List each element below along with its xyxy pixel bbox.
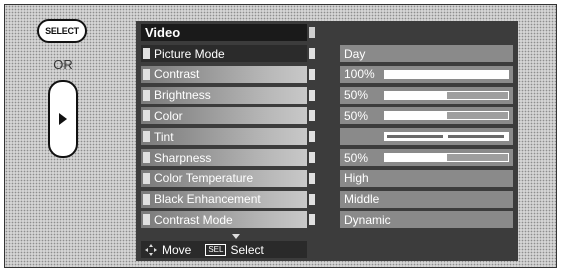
menu-item-value-text: 50% (344, 108, 369, 123)
menu-footer: Move SEL Select (141, 241, 307, 258)
menu-item-label: Contrast Mode (141, 211, 315, 229)
menu-item-value-text: 50% (344, 150, 369, 165)
menu-item-value-text: Dynamic (344, 212, 391, 227)
select-label: Select (230, 242, 264, 257)
menu-item[interactable]: Sharpness 50% (141, 149, 513, 166)
menu-item[interactable]: Contrast Mode Dynamic (141, 211, 513, 229)
level-bar-fill (385, 70, 508, 78)
menu-item-value[interactable]: 50% (340, 149, 513, 166)
menu-item-value-text: Middle (344, 192, 380, 207)
menu-item-label: Color Temperature (141, 169, 315, 187)
menu-item[interactable]: Picture Mode Day (141, 45, 513, 62)
menu-item-label: Black Enhancement (141, 190, 315, 208)
select-button-label: SELECT (45, 26, 79, 36)
menu-item-value-text: Day (344, 46, 366, 61)
menu-item-label: Color (141, 107, 315, 125)
menu-item-label: Picture Mode (141, 45, 315, 62)
arrow-cross-icon (145, 243, 157, 256)
right-button[interactable] (48, 80, 78, 158)
tint-bar-right-segment (448, 135, 504, 139)
menu-title-text: Video (145, 25, 181, 40)
menu-item-value[interactable]: Middle (340, 190, 513, 208)
level-bar[interactable] (384, 153, 509, 162)
tint-bar-left-segment (387, 135, 443, 139)
move-label: Move (162, 242, 192, 257)
menu-item-value-text: 50% (344, 88, 369, 103)
menu-item-label: Sharpness (141, 149, 315, 166)
triangle-down-icon (232, 234, 240, 239)
menu-item-value[interactable]: 100% (340, 65, 513, 83)
menu-item-value-text: High (344, 171, 369, 186)
menu-item[interactable]: Color 50% (141, 107, 513, 125)
level-bar[interactable] (384, 90, 509, 100)
tint-bar[interactable] (384, 132, 509, 142)
menu-item[interactable]: Color Temperature High (141, 169, 513, 187)
level-bar-fill (385, 154, 447, 161)
level-bar[interactable] (384, 111, 509, 121)
menu-item-label: Brightness (141, 86, 315, 104)
menu-item-value[interactable] (340, 128, 513, 146)
level-bar-fill (385, 112, 447, 120)
play-right-icon (59, 113, 67, 125)
menu-item-label: Contrast (141, 65, 315, 83)
menu-item-value[interactable]: Dynamic (340, 211, 513, 229)
or-label: OR (53, 57, 73, 72)
menu-item[interactable]: Tint (141, 128, 513, 146)
menu-item[interactable]: Contrast 100% (141, 65, 513, 83)
select-button[interactable]: SELECT (37, 19, 87, 43)
menu-item-value[interactable]: 50% (340, 107, 513, 125)
menu-item-value[interactable]: 50% (340, 86, 513, 104)
video-menu-panel: Video Picture Mode Day Contrast 100% Brightn… (136, 21, 518, 261)
screen-frame: SELECT OR Video Picture Mode Day Contrast 1… (4, 4, 557, 268)
level-bar[interactable] (384, 69, 509, 79)
menu-title: Video (141, 24, 315, 41)
menu-item-value-text: 100% (344, 67, 375, 82)
menu-item[interactable]: Brightness 50% (141, 86, 513, 104)
menu-item-value[interactable]: High (340, 169, 513, 187)
menu-item-value[interactable]: Day (340, 45, 513, 62)
level-bar-fill (385, 91, 447, 99)
menu-item-label: Tint (141, 128, 315, 146)
sel-chip-icon: SEL (205, 243, 227, 256)
menu-item[interactable]: Black Enhancement Middle (141, 190, 513, 208)
